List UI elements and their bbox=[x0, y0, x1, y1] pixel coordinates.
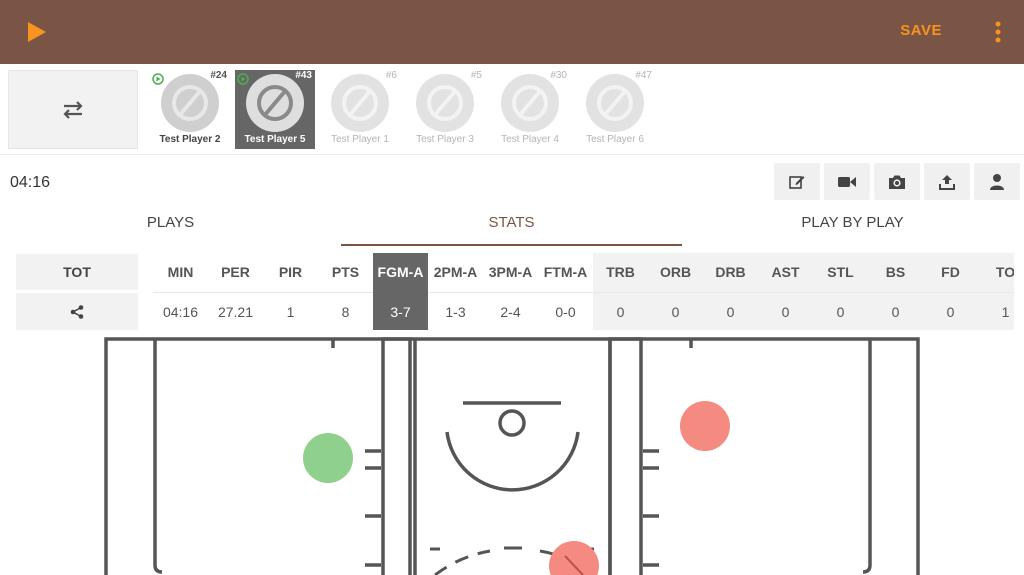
profile-button[interactable] bbox=[974, 163, 1020, 200]
tab-play-by-play[interactable]: PLAY BY PLAY bbox=[682, 214, 1023, 246]
shot-marker-missed[interactable] bbox=[680, 401, 730, 451]
stat-value-trb: 0 bbox=[593, 292, 648, 330]
play-icon[interactable] bbox=[22, 18, 50, 46]
stat-value-to: 1 bbox=[978, 292, 1014, 330]
stat-header-fgm-a[interactable]: FGM-A bbox=[373, 253, 428, 291]
stat-header-pts[interactable]: PTS bbox=[318, 253, 373, 291]
stat-header-3pm-a[interactable]: 3PM-A bbox=[483, 253, 538, 291]
stat-header-2pm-a[interactable]: 2PM-A bbox=[428, 253, 483, 291]
player-name: Test Player 2 bbox=[159, 134, 221, 145]
stat-header-orb[interactable]: ORB bbox=[648, 253, 703, 291]
total-row-label[interactable]: TOT bbox=[16, 254, 138, 290]
stat-header-to[interactable]: TO bbox=[978, 253, 1014, 291]
substitution-button[interactable] bbox=[8, 70, 138, 149]
no-photo-icon bbox=[161, 74, 219, 132]
stat-header-min[interactable]: MIN bbox=[153, 253, 208, 291]
stat-header-drb[interactable]: DRB bbox=[703, 253, 758, 291]
app-bar: SAVE bbox=[0, 0, 1024, 64]
no-photo-icon bbox=[501, 74, 559, 132]
stat-header-stl[interactable]: STL bbox=[813, 253, 868, 291]
stat-value-min: 04:16 bbox=[153, 292, 208, 330]
court-lines bbox=[104, 337, 920, 575]
user-icon bbox=[990, 173, 1004, 190]
player-name: Test Player 1 bbox=[331, 134, 389, 145]
upload-icon bbox=[939, 174, 955, 190]
stat-value-orb: 0 bbox=[648, 292, 703, 330]
no-photo-icon bbox=[586, 74, 644, 132]
shot-chart-court[interactable] bbox=[100, 334, 930, 575]
save-button[interactable]: SAVE bbox=[900, 22, 942, 39]
video-camera-icon bbox=[838, 176, 856, 187]
game-clock: 04:16 bbox=[10, 174, 51, 191]
share-icon bbox=[70, 304, 84, 319]
stat-header-fd[interactable]: FD bbox=[923, 253, 978, 291]
divider bbox=[0, 154, 1024, 155]
camera-icon bbox=[889, 175, 905, 189]
player-card[interactable]: #6 Test Player 1 bbox=[320, 70, 400, 149]
photo-button[interactable] bbox=[874, 163, 920, 200]
stat-value-bs: 0 bbox=[868, 292, 923, 330]
player-name: Test Player 4 bbox=[501, 134, 559, 145]
no-photo-icon bbox=[331, 74, 389, 132]
player-card[interactable]: #30 Test Player 4 bbox=[490, 70, 570, 149]
video-button[interactable] bbox=[824, 163, 870, 200]
player-card[interactable]: #47 Test Player 6 bbox=[575, 70, 655, 149]
edit-icon bbox=[789, 175, 805, 189]
player-card[interactable]: #5 Test Player 3 bbox=[405, 70, 485, 149]
upload-button[interactable] bbox=[924, 163, 970, 200]
stat-value-fd: 0 bbox=[923, 292, 978, 330]
stat-value-ast: 0 bbox=[758, 292, 813, 330]
stats-table: MIN 04:16 PER 27.21 PIR 1 PTS 8 FGM-A 3-7 2PM… bbox=[153, 253, 1014, 330]
player-card-selected[interactable]: #43 Test Player 5 bbox=[235, 70, 315, 149]
edit-button[interactable] bbox=[774, 163, 820, 200]
stat-value-2pm-a: 1-3 bbox=[428, 292, 483, 330]
stat-value-stl: 0 bbox=[813, 292, 868, 330]
stat-value-fgm-a: 3-7 bbox=[373, 292, 428, 330]
stat-value-ftm-a: 0-0 bbox=[538, 292, 593, 330]
stat-header-ftm-a[interactable]: FTM-A bbox=[538, 253, 593, 291]
no-photo-icon bbox=[416, 74, 474, 132]
stat-value-3pm-a: 2-4 bbox=[483, 292, 538, 330]
stat-header-bs[interactable]: BS bbox=[868, 253, 923, 291]
stat-value-drb: 0 bbox=[703, 292, 758, 330]
stat-header-ast[interactable]: AST bbox=[758, 253, 813, 291]
player-name: Test Player 3 bbox=[416, 134, 474, 145]
player-name: Test Player 6 bbox=[586, 134, 644, 145]
stat-header-pir[interactable]: PIR bbox=[263, 253, 318, 291]
stat-value-per: 27.21 bbox=[208, 292, 263, 330]
share-button[interactable] bbox=[16, 293, 138, 330]
no-photo-icon bbox=[246, 74, 304, 132]
player-card[interactable]: #24 Test Player 2 bbox=[150, 70, 230, 149]
tab-stats[interactable]: STATS bbox=[341, 214, 682, 246]
swap-icon bbox=[63, 100, 83, 119]
stat-value-pir: 1 bbox=[263, 292, 318, 330]
stat-header-trb[interactable]: TRB bbox=[593, 253, 648, 291]
more-vert-icon[interactable] bbox=[994, 20, 1002, 44]
stat-header-per[interactable]: PER bbox=[208, 253, 263, 291]
tab-plays[interactable]: PLAYS bbox=[0, 214, 341, 246]
shot-marker-made[interactable] bbox=[303, 433, 353, 483]
stat-value-pts: 8 bbox=[318, 292, 373, 330]
shot-marker-missed[interactable] bbox=[549, 541, 599, 575]
player-name: Test Player 5 bbox=[244, 134, 306, 145]
